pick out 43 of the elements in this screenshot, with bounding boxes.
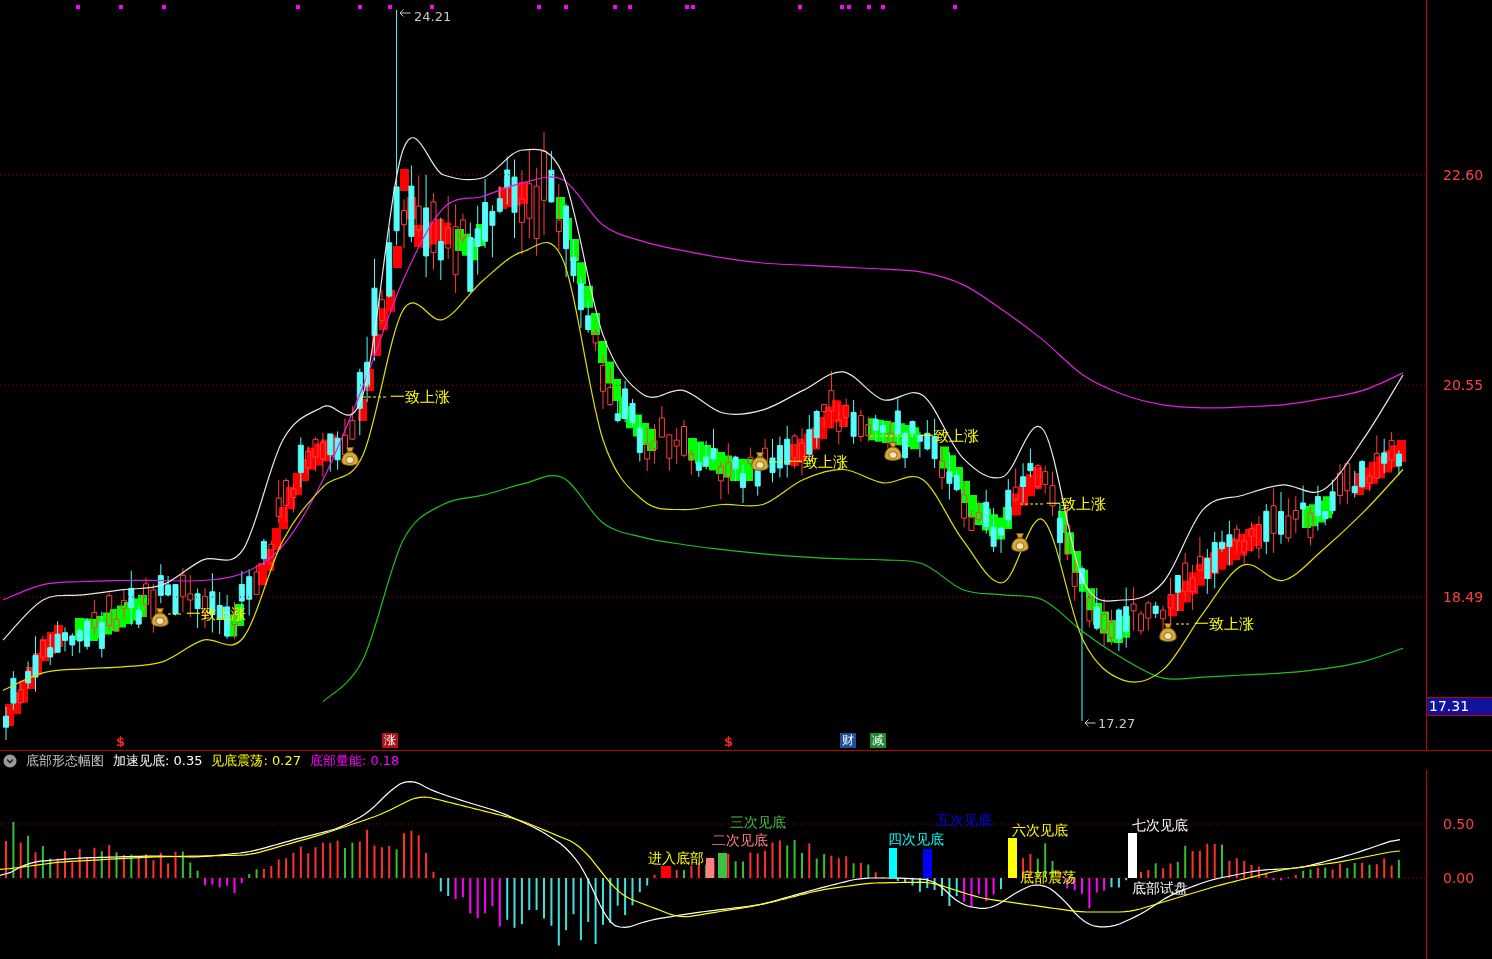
bag-icon xyxy=(1159,623,1177,643)
indicator-axis-label: 0.50 xyxy=(1443,816,1475,832)
dollar-sign-marker: $ xyxy=(724,734,734,749)
arrow-icon xyxy=(1084,718,1096,728)
signal-tag: 财 xyxy=(840,733,856,748)
arrow-icon xyxy=(399,8,411,18)
signal-label: 二次见底 xyxy=(712,832,768,848)
leader-line xyxy=(357,396,388,398)
bag-icon xyxy=(884,442,902,462)
leader-line xyxy=(768,461,786,463)
signal-label: 五次见底 xyxy=(936,812,992,828)
bag-icon xyxy=(751,452,769,472)
legend-label: 见底震荡: 0.27 xyxy=(211,751,301,770)
signal-label: 六次见底 xyxy=(1012,822,1068,838)
signal-label: 四次见底 xyxy=(888,831,944,847)
bag-icon xyxy=(341,447,359,467)
note-label: 底部震荡 xyxy=(1020,869,1076,885)
signal-label: 进入底部 xyxy=(648,850,704,866)
legend-label: 加速见底: 0.35 xyxy=(113,751,203,770)
leader-line xyxy=(1019,503,1044,505)
high-price-label: 24.21 xyxy=(414,9,452,24)
dollar-sign-marker: $ xyxy=(116,734,126,749)
low-price-label: 17.27 xyxy=(1098,716,1136,731)
collapse-icon[interactable] xyxy=(3,753,17,768)
price-axis-label: 18.49 xyxy=(1443,588,1484,605)
bag-icon xyxy=(1011,533,1029,553)
indicator-axis-label: 0.00 xyxy=(1443,870,1475,886)
leader-line xyxy=(869,435,917,437)
signal-label: 一致上涨 xyxy=(1194,615,1254,633)
signal-tag: 减 xyxy=(870,733,886,748)
leader-line xyxy=(167,613,184,615)
signal-tag: 涨 xyxy=(382,733,398,748)
price-axis-label: 22.60 xyxy=(1443,166,1484,183)
legend-label: 底部量能: 0.18 xyxy=(309,751,400,770)
current-price-badge: 17.31 xyxy=(1427,697,1492,716)
leader-line xyxy=(1175,623,1192,625)
signal-label: 三次见底 xyxy=(730,814,786,830)
signal-label: 一致上涨 xyxy=(390,388,450,406)
signal-label: 七次见底 xyxy=(1132,817,1188,833)
indicator-title: 底部形态幅图 xyxy=(26,751,104,770)
signal-label: 一致上涨 xyxy=(788,453,848,471)
price-axis-label: 20.55 xyxy=(1443,377,1484,394)
bag-icon xyxy=(151,608,169,628)
